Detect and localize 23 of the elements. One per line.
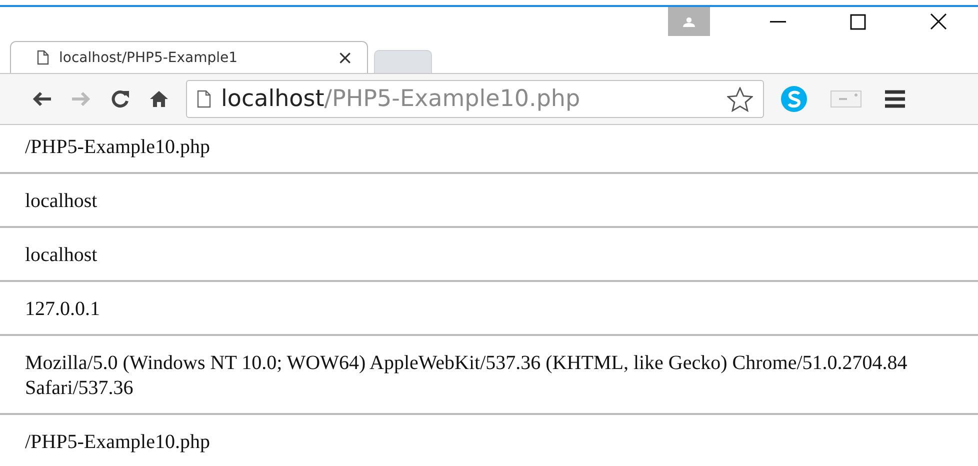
maximize-icon <box>850 14 866 30</box>
output-line: Mozilla/5.0 (Windows NT 10.0; WOW64) AppleWebKit/537.36 (KHTML, like Gecko) Chrome/51.0.2704.84 Safari/537.36 <box>25 352 908 399</box>
person-icon <box>682 16 696 26</box>
page-icon <box>37 50 49 65</box>
extension-icon[interactable] <box>780 85 808 113</box>
reload-icon[interactable] <box>110 89 130 109</box>
back-icon[interactable] <box>32 91 52 107</box>
output-line: 127.0.0.1 <box>25 298 100 320</box>
address-bar[interactable]: localhost/PHP5-Example10.php <box>186 80 764 118</box>
star-icon[interactable] <box>727 86 753 112</box>
home-icon[interactable] <box>148 90 168 108</box>
output-line: /PHP5-Example10.php <box>25 431 210 453</box>
output-line: localhost <box>25 244 98 266</box>
output-line: /PHP5-Example10.php <box>25 136 210 158</box>
minimize-icon <box>770 20 786 22</box>
close-icon <box>930 13 946 30</box>
browser-tab[interactable]: localhost/PHP5-Example1 × <box>10 41 368 73</box>
tab-title: localhost/PHP5-Example1 <box>59 50 239 66</box>
page-icon <box>197 90 211 108</box>
url-text: localhost/PHP5-Example10.php <box>221 86 582 112</box>
menu-icon[interactable] <box>884 90 906 108</box>
close-tab-button[interactable]: × <box>337 46 353 68</box>
output-line: localhost <box>25 190 98 212</box>
